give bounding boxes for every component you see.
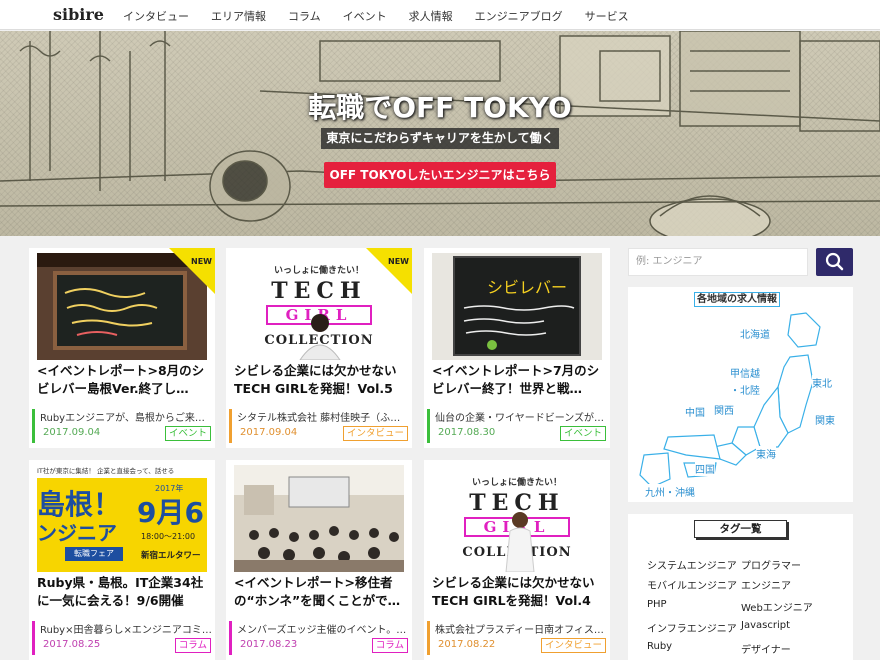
article-card[interactable]: いっしょに働きたい！ TECH GIRL COLLECTION NEW シビレる… [226, 248, 412, 448]
nav-link-jobs[interactable]: 求人情報 [409, 8, 453, 24]
article-title[interactable]: Ruby県・島根。IT企業34社に一気に会える！9/6開催 [37, 574, 211, 612]
article-card[interactable]: シビレバー <イベントレポート>7月のシビレバー終了！世界と戦… 仙台の企業・ワ… [424, 248, 610, 448]
article-date: 2017.09.04 [43, 427, 101, 438]
excerpt-text: Rubyエンジニアが、島根からご来店！ [40, 413, 212, 424]
hero-subtitle: 東京にこだわらずキャリアを生かして働く [321, 128, 559, 149]
excerpt-text: 株式会社プラスディー日南オフィス… [435, 625, 604, 636]
article-title[interactable]: シビレる企業には欠かせない TECH GIRLを発掘！Vol.4 [432, 574, 606, 612]
nav-links: インタビュー エリア情報 コラム イベント 求人情報 エンジニアブログ サービス [123, 8, 651, 24]
new-corner-flag [366, 248, 412, 294]
region-link-hokkaido[interactable]: 北海道 [740, 326, 770, 341]
tag-list-panel: タグ一覧 システムエンジニア プログラマー モバイルエンジニア エンジニア PH… [628, 514, 853, 660]
tag-link[interactable]: インフラエンジニア [647, 620, 737, 635]
hero-title: 転職でOFF TOKYO [308, 91, 572, 124]
article-thumbnail[interactable]: IT社が東京に集結！ 企業と直接会って、話せる 島根！ ンジニア 転職フェア 2… [37, 465, 207, 572]
nav-link-column[interactable]: コラム [288, 8, 321, 24]
article-excerpt: 仙台の企業・ワイヤードビーンズが… 2017.08.30 イベント [427, 409, 607, 443]
banner-date: 9月6 [137, 496, 204, 529]
shimane-fair-banner: IT社が東京に集結！ 企業と直接会って、話せる 島根！ ンジニア 転職フェア 2… [37, 465, 207, 572]
tag-link[interactable]: Ruby [647, 641, 672, 652]
category-badge[interactable]: インタビュー [342, 426, 408, 441]
new-label: NEW [388, 257, 409, 266]
category-badge[interactable]: イベント [164, 426, 211, 441]
banner-top-text: IT社が東京に集結！ 企業と直接会って、話せる [37, 465, 207, 478]
board-text: シビレバー [487, 278, 567, 297]
article-card[interactable]: IT社が東京に集結！ 企業と直接会って、話せる 島根！ ンジニア 転職フェア 2… [29, 460, 215, 660]
top-nav: sibire インタビュー エリア情報 コラム イベント 求人情報 エンジニアブ… [0, 0, 880, 30]
article-card[interactable]: NEW <イベントレポート>8月のシビレバー島根Ver.終了し… Rubyエンジ… [29, 248, 215, 448]
nav-link-interview[interactable]: インタビュー [123, 8, 189, 24]
new-corner-flag [169, 248, 215, 294]
nav-link-engineer-blog[interactable]: エンジニアブログ [475, 8, 563, 24]
banner-fair-label: 転職フェア [65, 547, 123, 561]
region-link-koshinetsu[interactable]: 甲信越 [730, 365, 760, 380]
article-card[interactable]: <イベントレポート>移住者の“ホンネ”を聞くことがで… メンバーズエッジ主催のイ… [226, 460, 412, 660]
nav-link-area[interactable]: エリア情報 [211, 8, 266, 24]
article-excerpt: Ruby×田舎暮らし×エンジニアコミ… 2017.08.25 コラム [32, 621, 212, 655]
region-link-kanto[interactable]: 関東 [815, 412, 835, 427]
region-link-shikoku[interactable]: 四国 [695, 461, 715, 476]
region-map-title: 各地域の求人情報 [694, 292, 780, 307]
article-title[interactable]: <イベントレポート>移住者の“ホンネ”を聞くことがで… [234, 574, 408, 612]
nav-link-event[interactable]: イベント [343, 8, 387, 24]
article-excerpt: 株式会社プラスディー日南オフィス… 2017.08.22 インタビュー [427, 621, 607, 655]
region-link-kyushu-okinawa[interactable]: 九州・沖縄 [645, 484, 695, 499]
article-date: 2017.08.22 [438, 639, 496, 650]
article-excerpt: シタテル株式会社 藤村佳映子（ふじ… 2017.09.04 インタビュー [229, 409, 409, 443]
excerpt-text: シタテル株式会社 藤村佳映子（ふじ… [237, 413, 409, 424]
search-input[interactable]: 例: エンジニア [628, 248, 808, 276]
article-title[interactable]: <イベントレポート>7月のシビレバー終了！世界と戦… [432, 362, 606, 400]
tech-girl-graphic: いっしょに働きたい！ TECH GIRL COLLECTION [432, 465, 602, 572]
chalkboard-photo: シビレバー [432, 253, 602, 360]
search-button[interactable] [816, 248, 853, 276]
new-label: NEW [191, 257, 212, 266]
banner-time: 18:00～21:00 [141, 532, 196, 541]
category-badge[interactable]: インタビュー [540, 638, 606, 653]
tag-link[interactable]: プログラマー [741, 557, 801, 572]
hero-cta-button[interactable]: OFF TOKYOしたいエンジニアはこちら [324, 162, 556, 188]
nav-link-service[interactable]: サービス [585, 8, 629, 24]
hero-banner: 転職でOFF TOKYO 東京にこだわらずキャリアを生かして働く OFF TOK… [0, 31, 880, 236]
region-link-tohoku[interactable]: 東北 [812, 375, 832, 390]
person-figure [505, 512, 535, 572]
article-thumbnail[interactable]: いっしょに働きたい！ TECH GIRL COLLECTION [432, 465, 602, 572]
tag-list-title: タグ一覧 [694, 520, 787, 538]
article-date: 2017.08.25 [43, 639, 101, 650]
article-title[interactable]: シビレる企業には欠かせない TECH GIRLを発掘！Vol.5 [234, 362, 408, 400]
tag-link[interactable]: モバイルエンジニア [647, 577, 737, 592]
excerpt-text: メンバーズエッジ主催のイベント。… [237, 625, 407, 636]
tag-link[interactable]: Javascript [741, 620, 790, 631]
article-thumbnail[interactable] [234, 465, 404, 572]
region-link-kansai[interactable]: 関西 [714, 402, 734, 417]
tag-link[interactable]: デザイナー [741, 641, 791, 656]
tag-link[interactable]: Webエンジニア [741, 599, 813, 614]
category-badge[interactable]: イベント [559, 426, 606, 441]
article-title[interactable]: <イベントレポート>8月のシビレバー島根Ver.終了し… [37, 362, 211, 400]
excerpt-text: 仙台の企業・ワイヤードビーンズが… [435, 413, 604, 424]
site-logo[interactable]: sibire [53, 5, 104, 24]
region-link-tokai[interactable]: 東海 [756, 446, 776, 461]
category-badge[interactable]: コラム [371, 638, 408, 653]
banner-venue: 新宿エルタワー [141, 551, 201, 561]
banner-subheadline: ンジニア [37, 521, 117, 545]
tag-link[interactable]: エンジニア [741, 577, 791, 592]
region-link-chugoku[interactable]: 中国 [685, 404, 705, 419]
article-date: 2017.09.04 [240, 427, 298, 438]
article-card[interactable]: いっしょに働きたい！ TECH GIRL COLLECTION シビレる企業には… [424, 460, 610, 660]
tag-link[interactable]: システムエンジニア [647, 557, 737, 572]
region-link-hokuriku[interactable]: ・北陸 [730, 382, 760, 397]
region-map-panel: 各地域の求人情報 北海道 甲信越 ・北陸 東北 関東 中国 関西 東海 四国 九… [628, 287, 853, 502]
tag-link[interactable]: PHP [647, 599, 667, 610]
search-icon [825, 252, 844, 271]
article-excerpt: Rubyエンジニアが、島根からご来店！ 2017.09.04 イベント [32, 409, 212, 443]
article-date: 2017.08.30 [438, 427, 496, 438]
category-badge[interactable]: コラム [174, 638, 211, 653]
article-thumbnail[interactable]: シビレバー [432, 253, 602, 360]
excerpt-text: Ruby×田舎暮らし×エンジニアコミ… [40, 625, 212, 636]
event-venue-photo [234, 465, 404, 572]
article-excerpt: メンバーズエッジ主催のイベント。… 2017.08.23 コラム [229, 621, 409, 655]
article-date: 2017.08.23 [240, 639, 298, 650]
